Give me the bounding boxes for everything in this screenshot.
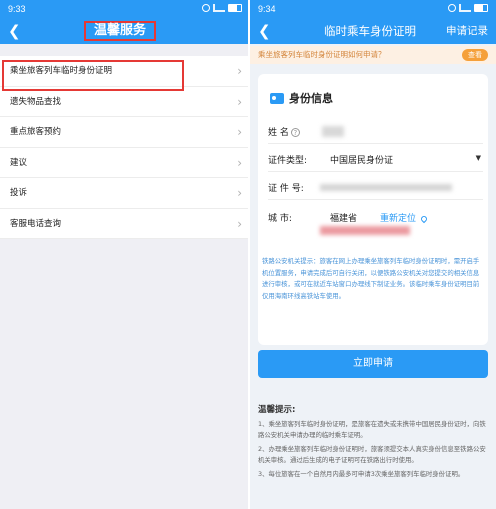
menu-item-label: 重点旅客预约: [10, 127, 62, 137]
apply-now-button[interactable]: 立即申请: [258, 350, 488, 378]
menu-item-label: 建议: [10, 157, 28, 168]
tips-section: 温馨提示: 1、乘坐旅客列车临时身份证明，是旅客在遗失或未携带中国居民身份证时，…: [258, 404, 490, 483]
city-label: 城 市:: [268, 214, 292, 224]
battery-icon: [228, 4, 242, 12]
alarm-icon: [202, 4, 210, 12]
status-time: 9:34: [258, 4, 276, 14]
chevron-right-icon: ›: [237, 94, 242, 109]
city-value: 福建省: [330, 214, 358, 224]
police-notice: 铁路公安机关提示：旅客在网上办理乘坐旅客列车临时身份证明时，需开启手机位置服务，…: [262, 257, 480, 300]
name-label-text: 姓 名: [268, 128, 289, 138]
menu-item-label: 遗失物品查找: [10, 96, 62, 107]
page-title: 临时乘车身份证明: [324, 24, 416, 38]
tip-item: 3、每位旅客在一个自然月内最多可申请3次乘坐旅客列车临时身份证明。: [258, 470, 465, 478]
right-screen: 9:34 ❮ 临时乘车身份证明 申请记录 乘坐旅客列车临时身份证明如何申请？ 查…: [250, 0, 496, 509]
relocate-link[interactable]: 重新定位: [380, 211, 429, 224]
left-screen: 9:33 ❮ 温馨服务 乘坐旅客列车临时身份证明 › 遗失物品查找 › 重点旅客…: [0, 0, 250, 509]
location-pin-icon: [419, 214, 429, 223]
notice-text: 乘坐旅客列车临时身份证明如何申请？: [258, 50, 386, 59]
back-icon[interactable]: ❮: [8, 22, 21, 40]
nav-bar: ❮ 临时乘车身份证明 申请记录: [250, 18, 496, 44]
chevron-right-icon: ›: [237, 155, 242, 170]
menu-item-label: 客服电话查询: [10, 218, 62, 229]
apply-record-link[interactable]: 申请记录: [446, 23, 488, 39]
chevron-right-icon: ›: [237, 186, 242, 200]
id-number-label: 证 件 号:: [268, 184, 304, 194]
status-icons: [202, 4, 242, 12]
nav-bar: ❮ 温馨服务: [0, 18, 250, 44]
page-title: 温馨服务: [84, 21, 156, 41]
tip-item: 2、办理乘坐旅客列车临时身份证明时，旅客须提交本人真实身份信息至铁路公安机关审核…: [258, 445, 486, 464]
menu-item-temp-id[interactable]: 乘坐旅客列车临时身份证明 ›: [0, 56, 250, 91]
tips-title: 温馨提示:: [258, 405, 296, 415]
relocate-text: 重新定位: [380, 214, 417, 224]
card-title: 身份信息: [289, 92, 333, 105]
menu-item-hotline[interactable]: 客服电话查询 ›: [0, 209, 250, 239]
signal-icon: [459, 4, 471, 12]
address-redacted: [320, 226, 410, 235]
card-header: 身份信息: [270, 90, 333, 106]
chevron-right-icon: ›: [237, 216, 242, 231]
name-field[interactable]: 姓 名?: [268, 118, 483, 144]
battery-icon: [474, 4, 488, 12]
menu-item-complaint[interactable]: 投诉 ›: [0, 178, 250, 209]
status-icons: [448, 4, 488, 12]
alarm-icon: [448, 4, 456, 12]
id-type-label: 证件类型:: [268, 156, 308, 166]
name-label: 姓 名?: [268, 125, 300, 138]
status-bar: 9:33: [0, 0, 250, 18]
status-bar: 9:34: [250, 0, 496, 18]
menu-item-suggestion[interactable]: 建议 ›: [0, 148, 250, 178]
notice-bar: 乘坐旅客列车临时身份证明如何申请？ 查看: [250, 46, 496, 64]
tip-item: 1、乘坐旅客列车临时身份证明，是旅客在遗失或未携带中国居民身份证时，向铁路公安机…: [258, 420, 486, 439]
service-menu: 乘坐旅客列车临时身份证明 › 遗失物品查找 › 重点旅客预约 › 建议 › 投诉…: [0, 56, 250, 239]
id-number-field[interactable]: 证 件 号:: [268, 174, 483, 200]
status-time: 9:33: [8, 4, 26, 14]
id-number-redacted: [320, 184, 452, 191]
id-type-value: 中国居民身份证: [330, 156, 394, 166]
caret-down-icon[interactable]: ▼: [476, 154, 481, 162]
chevron-right-icon: ›: [237, 125, 242, 139]
id-card-icon: [270, 92, 284, 104]
menu-item-label: 投诉: [10, 188, 28, 198]
signal-icon: [213, 4, 225, 12]
chevron-right-icon: ›: [237, 64, 242, 78]
name-value-redacted: [322, 126, 344, 137]
menu-item-lost-found[interactable]: 遗失物品查找 ›: [0, 87, 250, 117]
menu-item-label: 乘坐旅客列车临时身份证明: [10, 66, 113, 76]
help-icon[interactable]: ?: [290, 128, 300, 137]
back-icon[interactable]: ❮: [258, 22, 271, 40]
id-type-select[interactable]: 证件类型: 中国居民身份证 ▼: [268, 146, 483, 172]
view-button[interactable]: 查看: [462, 49, 488, 61]
menu-item-key-passenger[interactable]: 重点旅客预约 ›: [0, 117, 250, 148]
